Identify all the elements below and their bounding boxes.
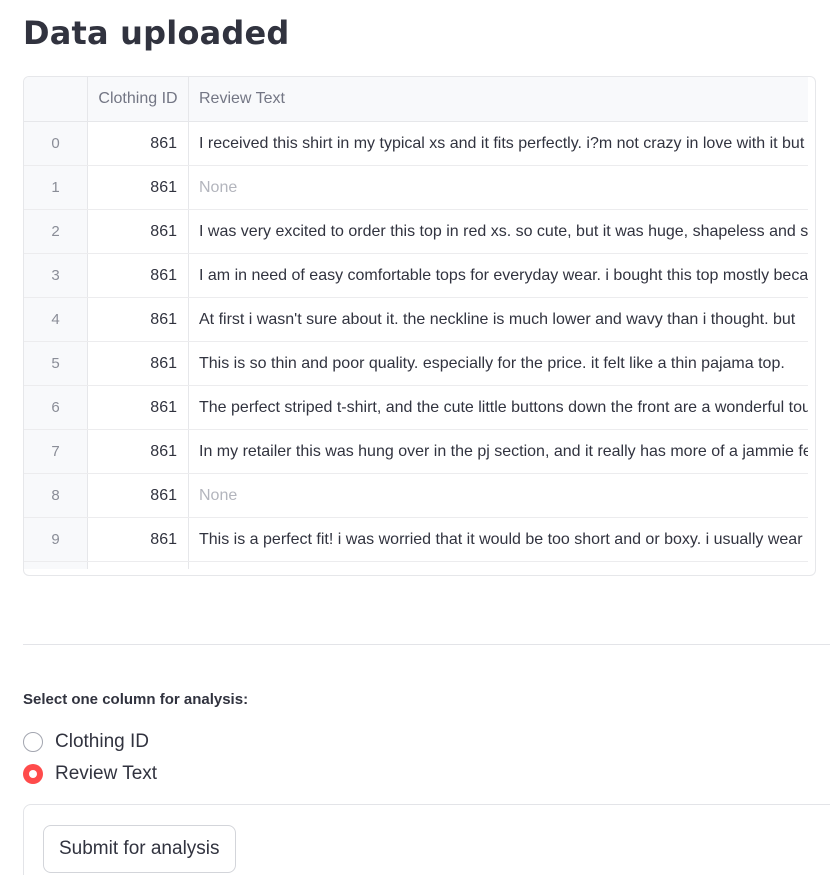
review-text-cell[interactable]: The perfect striped t-shirt, and the cut…	[189, 386, 808, 429]
table-grid: Clothing ID Review Text 0 861 I received t…	[24, 77, 808, 569]
radio-option-label[interactable]: Clothing ID	[55, 731, 149, 753]
review-text-cell[interactable]: I received this shirt in my typical xs a…	[189, 122, 808, 165]
radio-checked-icon[interactable]	[23, 764, 43, 784]
table-row: 7 861 In my retailer this was hung over in…	[24, 430, 808, 474]
app-page: Data uploaded Clothing ID Review Text 08…	[0, 0, 830, 875]
partial-cell	[189, 562, 808, 569]
clothing-id-cell[interactable]: 861	[88, 518, 189, 561]
review-text-cell[interactable]: In my retailer this was hung over in the…	[189, 430, 808, 473]
column-header-clothing-id[interactable]: Clothing ID	[88, 77, 189, 121]
partial-cell	[88, 562, 189, 569]
column-radio-group: Clothing ID Review Text	[23, 726, 157, 790]
clothing-id-cell[interactable]: 861	[88, 430, 189, 473]
review-text-cell[interactable]: I was very excited to order this top in …	[189, 210, 808, 253]
review-text-cell[interactable]: None	[189, 474, 808, 517]
review-text-cell[interactable]: At first i wasn't sure about it. the nec…	[189, 298, 808, 341]
row-index-cell: 9	[24, 518, 88, 561]
dataframe-table[interactable]: Clothing ID Review Text 0 861 I received t…	[23, 76, 816, 576]
radio-option[interactable]: Review Text	[23, 758, 157, 790]
review-text-cell[interactable]: This is a perfect fit! i was worried tha…	[189, 518, 808, 561]
review-text-cell[interactable]: This is so thin and poor quality. especi…	[189, 342, 808, 385]
clothing-id-cell[interactable]: 861	[88, 254, 189, 297]
header-index-cell	[24, 77, 88, 121]
review-text-cell[interactable]: I am in need of easy comfortable tops fo…	[189, 254, 808, 297]
row-index-cell: 2	[24, 210, 88, 253]
row-index-cell: 7	[24, 430, 88, 473]
row-index-cell: 6	[24, 386, 88, 429]
table-row: 8 861 None	[24, 474, 808, 518]
clothing-id-cell[interactable]: 861	[88, 210, 189, 253]
table-row: 4 861 At first i wasn't sure about it. the…	[24, 298, 808, 342]
table-row: 2 861 I was very excited to order this top…	[24, 210, 808, 254]
row-index-cell: 0	[24, 122, 88, 165]
row-index-cell: 8	[24, 474, 88, 517]
table-row: 1 861 None	[24, 166, 808, 210]
table-row: 3 861 I am in need of easy comfortable top…	[24, 254, 808, 298]
row-index-cell: 5	[24, 342, 88, 385]
partial-cell	[24, 562, 88, 569]
page-title: Data uploaded	[23, 14, 290, 52]
column-header-review-text[interactable]: Review Text	[189, 77, 808, 121]
clothing-id-cell[interactable]: 861	[88, 474, 189, 517]
row-index-cell: 3	[24, 254, 88, 297]
table-row: 5 861 This is so thin and poor quality. es…	[24, 342, 808, 386]
clothing-id-cell[interactable]: 861	[88, 342, 189, 385]
submit-form: Submit for analysis	[23, 804, 830, 875]
table-header-row: Clothing ID Review Text	[24, 77, 808, 122]
row-index-cell: 4	[24, 298, 88, 341]
row-index-cell: 1	[24, 166, 88, 209]
radio-unchecked-icon[interactable]	[23, 732, 43, 752]
table-row: 6 861 The perfect striped t-shirt, and the…	[24, 386, 808, 430]
clothing-id-cell[interactable]: 861	[88, 166, 189, 209]
review-text-cell[interactable]: None	[189, 166, 808, 209]
clothing-id-cell[interactable]: 861	[88, 298, 189, 341]
radio-option[interactable]: Clothing ID	[23, 726, 157, 758]
table-row: 0 861 I received this shirt in my typical …	[24, 122, 808, 166]
submit-for-analysis-button[interactable]: Submit for analysis	[43, 825, 236, 873]
table-row: 9 861 This is a perfect fit! i was worried…	[24, 518, 808, 562]
clothing-id-cell[interactable]: 861	[88, 386, 189, 429]
section-divider	[23, 644, 830, 645]
clothing-id-cell[interactable]: 861	[88, 122, 189, 165]
table-row-partial	[24, 562, 808, 569]
radio-option-label[interactable]: Review Text	[55, 763, 157, 785]
radio-group-label: Select one column for analysis:	[23, 691, 249, 708]
